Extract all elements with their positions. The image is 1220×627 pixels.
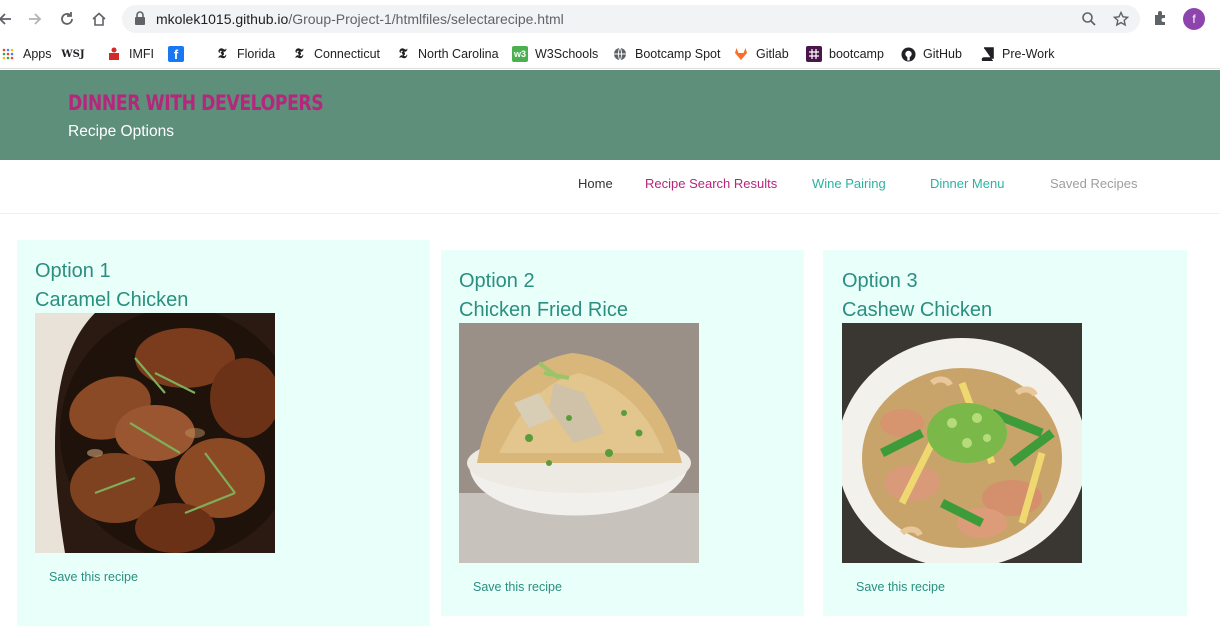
nav-link-wine-pairing[interactable]: Wine Pairing [812, 176, 886, 191]
github-icon [900, 46, 916, 62]
facebook-icon: f [168, 46, 184, 62]
card-recipe-name: Chicken Fried Rice [459, 299, 628, 321]
book-icon [979, 46, 995, 62]
nav-link-dinner-menu[interactable]: Dinner Menu [930, 176, 1004, 191]
site-header: DINNER WITH DEVELOPERS Recipe Options [0, 70, 1220, 160]
recipe-card-1: Option 1 Caramel Chicken Save this recip… [17, 240, 430, 626]
card-option-label: Option 2 [459, 270, 535, 292]
page-subtitle: Recipe Options [68, 123, 174, 140]
extensions-icon[interactable] [1152, 9, 1170, 32]
bookmark-label: W3Schools [535, 47, 599, 61]
reload-icon[interactable] [56, 8, 78, 30]
chicken-fried-rice-photo[interactable] [459, 323, 699, 563]
nav-link-home[interactable]: Home [578, 176, 613, 191]
bookmark-label: IMFI [129, 47, 154, 61]
zoom-icon[interactable] [1080, 10, 1098, 28]
browser-toolbar: mkolek1015.github.io/Group-Project-1/htm… [0, 0, 1220, 39]
bookmark-facebook[interactable]: f [168, 44, 191, 64]
site-nav: Home Recipe Search Results Wine Pairing … [0, 160, 1220, 214]
bookmark-label: Gitlab [756, 47, 789, 61]
bookmark-label: North Carolina [418, 47, 499, 61]
profile-avatar[interactable]: f [1183, 8, 1205, 30]
forward-icon[interactable] [24, 8, 46, 30]
bookmark-github[interactable]: GitHub [900, 44, 962, 64]
card-recipe-name: Caramel Chicken [35, 289, 189, 311]
bookmark-pre-work[interactable]: Pre-Work [979, 44, 1055, 64]
recipe-card-3: Option 3 Cashew Chicken Save this recipe [823, 250, 1187, 616]
bookmark-wsj[interactable]: WSJ [61, 44, 91, 64]
bookmark-north-carolina[interactable]: 𝕿 North Carolina [395, 44, 499, 64]
gitlab-icon [733, 46, 749, 62]
nyt-icon: 𝕿 [217, 46, 227, 62]
url-path: /Group-Project-1/htmlfiles/selectarecipe… [288, 11, 564, 27]
star-icon[interactable] [1112, 10, 1130, 28]
slack-icon [806, 46, 822, 62]
site-title: DINNER WITH DEVELOPERS [68, 91, 324, 115]
card-recipe-name: Cashew Chicken [842, 299, 993, 321]
w3schools-icon: w3 [512, 46, 528, 62]
bookmark-w3schools[interactable]: w3 W3Schools [512, 44, 598, 64]
card-option-label: Option 1 [35, 260, 111, 282]
nyt-icon: 𝕿 [294, 46, 304, 62]
apps-grid-icon [0, 46, 16, 62]
bookmark-label: Apps [23, 47, 52, 61]
nav-link-recipe-search-results[interactable]: Recipe Search Results [645, 176, 777, 191]
save-recipe-button[interactable]: Save this recipe [856, 580, 945, 594]
bookmarks-bar: Apps WSJ IMFI f 𝕿 Florida 𝕿 Connecticut … [0, 39, 1220, 69]
bookmark-gitlab[interactable]: Gitlab [733, 44, 789, 64]
bookmark-bootcamp[interactable]: bootcamp [806, 44, 884, 64]
imfi-icon [106, 46, 122, 62]
bookmark-bootcamp-spot[interactable]: Bootcamp Spot [612, 44, 720, 64]
bookmark-label: GitHub [923, 47, 962, 61]
url-text[interactable]: mkolek1015.github.io/Group-Project-1/htm… [156, 11, 564, 27]
bookmark-label: Bootcamp Spot [635, 47, 721, 61]
wsj-icon: WSJ [61, 48, 85, 60]
back-icon[interactable] [0, 8, 16, 30]
bookmark-label: Connecticut [314, 47, 381, 61]
recipe-card-2: Option 2 Chicken Fried Rice Save this re… [441, 250, 804, 616]
save-recipe-button[interactable]: Save this recipe [49, 570, 138, 584]
bookmark-imfi[interactable]: IMFI [106, 44, 154, 64]
home-icon[interactable] [88, 8, 110, 30]
bookmark-connecticut[interactable]: 𝕿 Connecticut [291, 44, 380, 64]
caramel-chicken-photo[interactable] [35, 313, 275, 553]
url-host: mkolek1015.github.io [156, 11, 289, 27]
bookmark-label: Florida [237, 47, 276, 61]
bookmark-apps[interactable]: Apps [0, 44, 52, 64]
globe-icon [612, 46, 628, 62]
bookmark-label: bootcamp [829, 47, 884, 61]
address-bar[interactable]: mkolek1015.github.io/Group-Project-1/htm… [122, 5, 1140, 33]
nav-link-saved-recipes[interactable]: Saved Recipes [1050, 176, 1137, 191]
bookmark-florida[interactable]: 𝕿 Florida [214, 44, 276, 64]
nyt-icon: 𝕿 [398, 46, 408, 62]
cashew-chicken-photo[interactable] [842, 323, 1082, 563]
card-option-label: Option 3 [842, 270, 918, 292]
lock-icon [134, 11, 146, 31]
bookmark-label: Pre-Work [1002, 47, 1055, 61]
save-recipe-button[interactable]: Save this recipe [473, 580, 562, 594]
